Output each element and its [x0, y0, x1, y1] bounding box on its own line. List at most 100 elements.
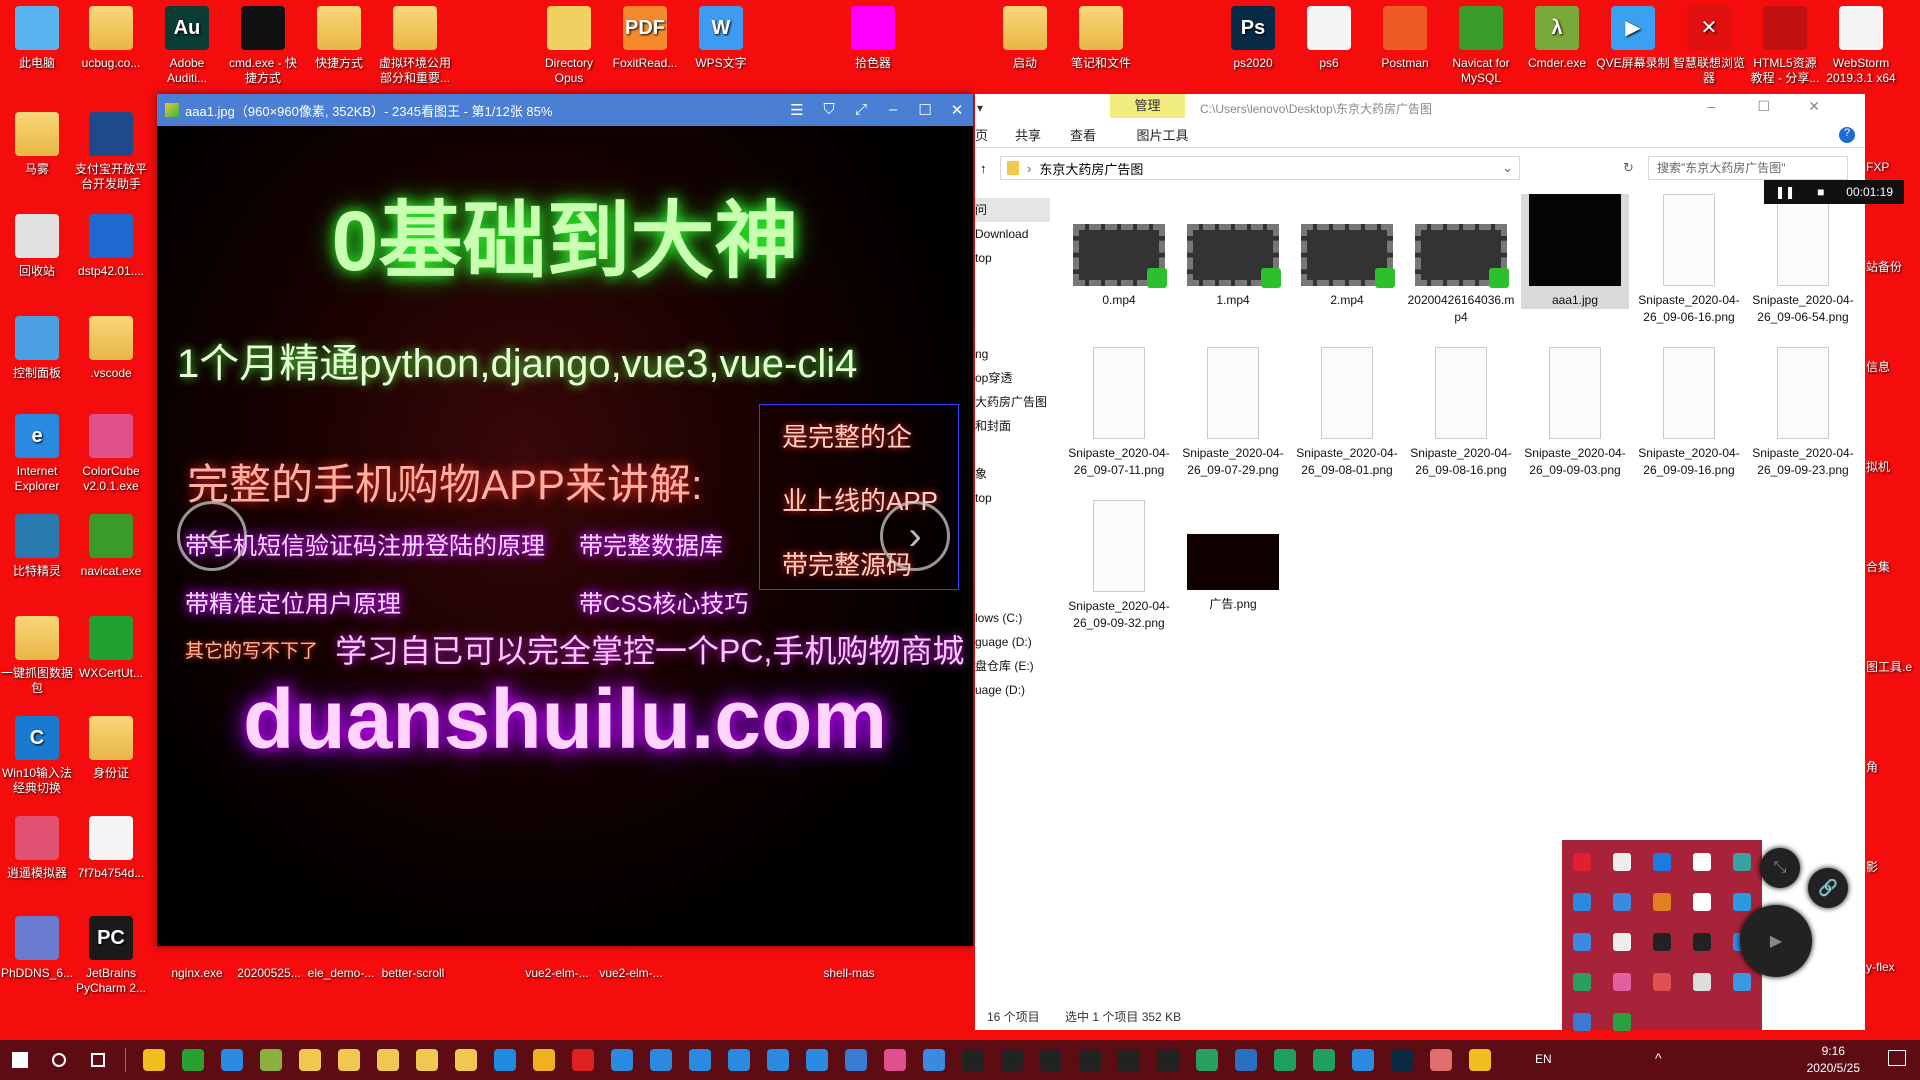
taskbar-app[interactable]: [1148, 1040, 1187, 1080]
tray-app-icon[interactable]: [1573, 853, 1591, 871]
tray-app-icon[interactable]: [1573, 973, 1591, 991]
taskbar-app[interactable]: [1343, 1040, 1382, 1080]
tray-app-icon[interactable]: [1573, 1013, 1591, 1031]
desktop-icon[interactable]: Navicat for MySQL: [1444, 2, 1518, 86]
show-hidden-icons[interactable]: ^: [1655, 1050, 1662, 1066]
desktop-icon[interactable]: cmd.exe - 快捷方式: [226, 2, 300, 86]
taskbar-app[interactable]: [836, 1040, 875, 1080]
desktop-icon-label[interactable]: shell-mas: [812, 966, 886, 981]
file-item[interactable]: Snipaste_2020-04-26_09-07-11.png: [1065, 347, 1173, 479]
taskbar-app[interactable]: [446, 1040, 485, 1080]
taskbar-app[interactable]: [1304, 1040, 1343, 1080]
taskbar-app[interactable]: [524, 1040, 563, 1080]
desktop-icon-label[interactable]: 20200525...: [232, 966, 306, 981]
maximize-button[interactable]: ☐: [1757, 98, 1770, 115]
tray-app-icon[interactable]: [1693, 933, 1711, 951]
skin-button[interactable]: ⛉: [813, 101, 845, 119]
prev-image-button[interactable]: ‹: [177, 501, 247, 571]
breadcrumb[interactable]: 东京大药房广告图: [1039, 159, 1143, 178]
taskbar-app[interactable]: [875, 1040, 914, 1080]
desktop-icon-label[interactable]: 信息: [1866, 360, 1920, 375]
nav-item[interactable]: op穿透: [975, 366, 1050, 390]
minimize-button[interactable]: –: [1707, 98, 1715, 114]
nav-item[interactable]: ng: [975, 342, 1050, 366]
pause-button[interactable]: ❚❚: [1775, 185, 1795, 199]
file-item[interactable]: Snipaste_2020-04-26_09-09-16.png: [1635, 347, 1743, 479]
file-item[interactable]: Snipaste_2020-04-26_09-06-16.png: [1635, 194, 1743, 326]
nav-item[interactable]: [975, 582, 1050, 606]
float-expand-button[interactable]: ⤡: [1760, 848, 1800, 888]
file-item[interactable]: Snipaste_2020-04-26_09-06-54.png: [1749, 194, 1857, 326]
help-icon[interactable]: ?: [1839, 126, 1855, 143]
taskbar-app[interactable]: [368, 1040, 407, 1080]
taskbar-app[interactable]: [134, 1040, 173, 1080]
search-button[interactable]: [39, 1040, 78, 1080]
desktop-icon[interactable]: λ Cmder.exe: [1520, 2, 1594, 71]
desktop-icon[interactable]: 此电脑: [0, 2, 74, 71]
taskbar-app[interactable]: [290, 1040, 329, 1080]
up-arrow-icon[interactable]: ↑: [980, 161, 987, 176]
desktop-icon[interactable]: Postman: [1368, 2, 1442, 71]
taskbar-app[interactable]: [212, 1040, 251, 1080]
nav-item[interactable]: uage (D:): [975, 678, 1050, 702]
tray-app-icon[interactable]: [1733, 893, 1751, 911]
desktop-icon-label[interactable]: FXP: [1866, 160, 1920, 175]
close-button[interactable]: ✕: [1808, 98, 1820, 115]
desktop-icon-label[interactable]: y-flex: [1866, 960, 1920, 975]
taskbar-app[interactable]: [1265, 1040, 1304, 1080]
taskbar-app[interactable]: [641, 1040, 680, 1080]
nav-item[interactable]: [975, 558, 1050, 582]
search-input[interactable]: 搜索"东京大药房广告图": [1648, 156, 1848, 180]
tray-app-icon[interactable]: [1613, 1013, 1631, 1031]
taskbar-app[interactable]: [563, 1040, 602, 1080]
nav-item[interactable]: 问: [975, 198, 1050, 222]
float-link-button[interactable]: 🔗: [1808, 868, 1848, 908]
desktop-icon[interactable]: PhDDNS_6...: [0, 912, 74, 981]
desktop-icon[interactable]: 虚拟环境公用部分和重要...: [378, 2, 452, 86]
file-item[interactable]: Snipaste_2020-04-26_09-09-23.png: [1749, 347, 1857, 479]
desktop-icon[interactable]: WXCertUt...: [74, 612, 148, 681]
tray-app-icon[interactable]: [1693, 893, 1711, 911]
close-button[interactable]: ✕: [941, 101, 973, 119]
tray-app-icon[interactable]: [1653, 973, 1671, 991]
tab-manage[interactable]: 管理: [1110, 94, 1185, 118]
stop-button[interactable]: ■: [1817, 185, 1824, 199]
taskbar-app[interactable]: [1070, 1040, 1109, 1080]
nav-item[interactable]: [975, 294, 1050, 318]
tray-app-icon[interactable]: [1653, 853, 1671, 871]
tray-app-icon[interactable]: [1613, 893, 1631, 911]
desktop-icon[interactable]: 一键抓图数据包: [0, 612, 74, 696]
nav-item[interactable]: [975, 438, 1050, 462]
file-item[interactable]: Snipaste_2020-04-26_09-08-16.png: [1407, 347, 1515, 479]
desktop-icon[interactable]: 7f7b4754d...: [74, 812, 148, 881]
maximize-button[interactable]: ☐: [909, 101, 941, 119]
file-item[interactable]: 0.mp4: [1065, 224, 1173, 309]
desktop-icon[interactable]: 拾色器: [836, 2, 910, 71]
taskbar-app[interactable]: [953, 1040, 992, 1080]
desktop-icon[interactable]: Directory Opus: [532, 2, 606, 86]
desktop-icon[interactable]: navicat.exe: [74, 510, 148, 579]
taskbar-app[interactable]: [602, 1040, 641, 1080]
tab-home[interactable]: 页: [975, 125, 1015, 144]
nav-item[interactable]: lows (C:): [975, 606, 1050, 630]
desktop-icon[interactable]: 启动: [988, 2, 1062, 71]
desktop-icon-label[interactable]: vue2-elm-...: [520, 966, 594, 981]
desktop-icon[interactable]: 快捷方式: [302, 2, 376, 71]
desktop-icon[interactable]: 逍遥模拟器: [0, 812, 74, 881]
taskbar-app[interactable]: [680, 1040, 719, 1080]
taskbar-app[interactable]: [992, 1040, 1031, 1080]
desktop-icon-label[interactable]: 影: [1866, 860, 1920, 875]
viewer-titlebar[interactable]: aaa1.jpg（960×960像素, 352KB）- 2345看图王 - 第1…: [157, 94, 973, 126]
taskbar-app[interactable]: [797, 1040, 836, 1080]
taskbar-app[interactable]: [173, 1040, 212, 1080]
taskbar-app[interactable]: [485, 1040, 524, 1080]
tray-app-icon[interactable]: [1693, 853, 1711, 871]
file-item[interactable]: Snipaste_2020-04-26_09-09-03.png: [1521, 347, 1629, 479]
nav-item[interactable]: [975, 270, 1050, 294]
file-item[interactable]: 20200426164036.mp4: [1407, 224, 1515, 326]
taskbar-app[interactable]: [329, 1040, 368, 1080]
desktop-icon-label[interactable]: vue2-elm-...: [594, 966, 668, 981]
nav-item[interactable]: [975, 318, 1050, 342]
taskbar-app[interactable]: [1226, 1040, 1265, 1080]
taskbar-app[interactable]: [1421, 1040, 1460, 1080]
